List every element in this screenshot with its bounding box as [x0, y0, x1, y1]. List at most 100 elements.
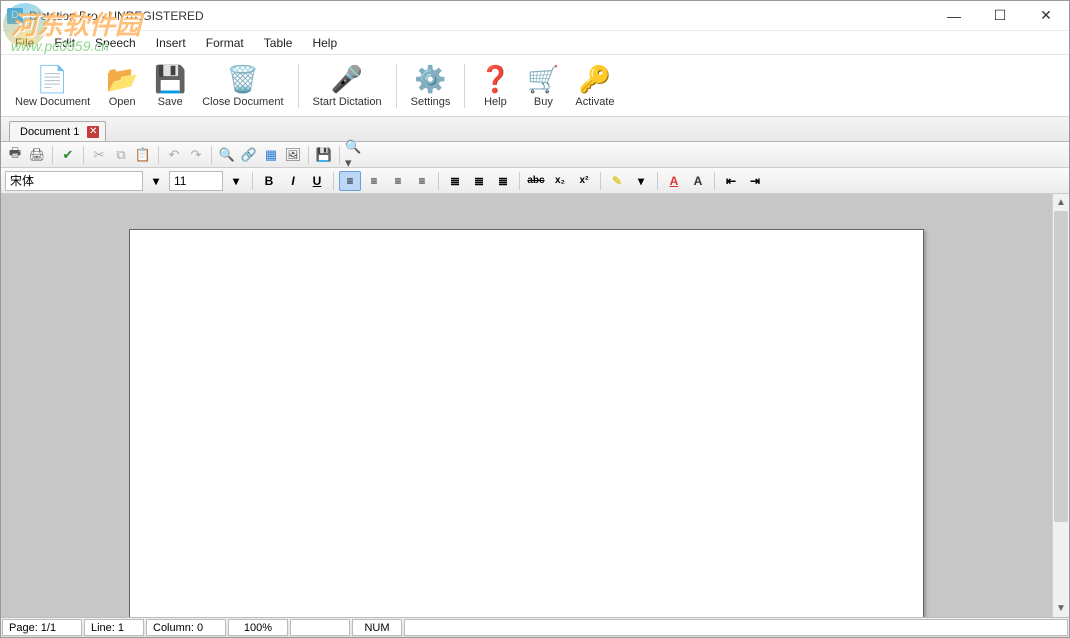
link-icon[interactable]: 🔗 [239, 145, 259, 165]
print-icon[interactable]: 🖶 [5, 145, 25, 165]
image-icon[interactable]: 🖼 [283, 145, 303, 165]
menu-table[interactable]: Table [254, 34, 303, 52]
font-size-select[interactable] [169, 171, 223, 191]
gear-icon: ⚙️ [415, 64, 447, 96]
separator [657, 172, 658, 190]
align-left-button[interactable]: ≡ [339, 171, 361, 191]
subscript-button[interactable]: x₂ [549, 171, 571, 191]
document-page[interactable] [129, 229, 924, 617]
cut-icon[interactable]: ✂ [89, 145, 109, 165]
separator [158, 146, 159, 164]
status-page: Page: 1/1 [2, 619, 82, 636]
scroll-up-icon[interactable]: ▲ [1053, 194, 1069, 211]
help-button[interactable]: ❓ Help [471, 58, 519, 114]
toolbar-separator [396, 64, 397, 108]
highlight-dropdown-icon[interactable]: ▾ [630, 171, 652, 191]
menu-format[interactable]: Format [196, 34, 254, 52]
font-family-select[interactable] [5, 171, 143, 191]
menubar: File Edit Speech Insert Format Table Hel… [1, 31, 1069, 55]
separator [83, 146, 84, 164]
tab-label: Document 1 [20, 126, 79, 138]
scroll-down-icon[interactable]: ▼ [1053, 600, 1069, 617]
underline-button[interactable]: U [306, 171, 328, 191]
font-color-button[interactable]: A [663, 171, 685, 191]
minimize-button[interactable]: — [931, 1, 977, 30]
new-document-button[interactable]: 📄 New Document [7, 58, 98, 114]
activate-button[interactable]: 🔑 Activate [567, 58, 622, 114]
align-center-button[interactable]: ≡ [363, 171, 385, 191]
app-icon: D [7, 8, 23, 24]
copy-icon[interactable]: ⧉ [111, 145, 131, 165]
separator [600, 172, 601, 190]
undo-icon[interactable]: ↶ [164, 145, 184, 165]
decrease-indent-button[interactable]: ⇤ [720, 171, 742, 191]
highlight-button[interactable]: ✎ [606, 171, 628, 191]
settings-button[interactable]: ⚙️ Settings [403, 58, 459, 114]
table-icon[interactable]: ▦ [261, 145, 281, 165]
scroll-track[interactable] [1053, 211, 1069, 600]
increase-indent-button[interactable]: ⇥ [744, 171, 766, 191]
save-small-icon[interactable]: 💾 [314, 145, 334, 165]
document-tabs: Document 1 ✕ [1, 117, 1069, 142]
redo-icon[interactable]: ↷ [186, 145, 206, 165]
separator [308, 146, 309, 164]
format-toolbar: ▾ ▾ B I U ≡ ≡ ≡ ≡ ≣ ≣ ≣ abc x₂ x² ✎ ▾ A … [1, 168, 1069, 194]
number-list-button[interactable]: ≣ [468, 171, 490, 191]
cart-icon: 🛒 [527, 64, 559, 96]
superscript-button[interactable]: x² [573, 171, 595, 191]
scroll-thumb[interactable] [1054, 211, 1068, 522]
new-document-icon: 📄 [37, 64, 69, 96]
close-document-icon: 🗑️ [227, 64, 259, 96]
editor-area: ▲ ▼ [1, 194, 1069, 617]
status-zoom[interactable]: 100% [228, 619, 288, 636]
separator [438, 172, 439, 190]
align-justify-button[interactable]: ≡ [411, 171, 433, 191]
spellcheck-icon[interactable]: ✔ [58, 145, 78, 165]
separator [519, 172, 520, 190]
statusbar: Page: 1/1 Line: 1 Column: 0 100% NUM [1, 617, 1069, 637]
status-spacer [404, 619, 1068, 636]
toolbar-separator [464, 64, 465, 108]
status-blank-1 [290, 619, 350, 636]
menu-speech[interactable]: Speech [85, 34, 146, 52]
font-dropdown-icon[interactable]: ▾ [145, 171, 167, 191]
save-button[interactable]: 💾 Save [146, 58, 194, 114]
separator [211, 146, 212, 164]
italic-button[interactable]: I [282, 171, 304, 191]
menu-edit[interactable]: Edit [44, 34, 85, 52]
status-num: NUM [352, 619, 402, 636]
start-dictation-button[interactable]: 🎤 Start Dictation [305, 58, 390, 114]
separator [252, 172, 253, 190]
bold-button[interactable]: B [258, 171, 280, 191]
zoom-icon[interactable]: 🔍▾ [345, 145, 365, 165]
checklist-button[interactable]: ≣ [492, 171, 514, 191]
window-title: Dictation Pro - UNREGISTERED [29, 9, 931, 23]
save-icon: 💾 [154, 64, 186, 96]
page-viewport[interactable] [1, 194, 1052, 617]
standard-toolbar: 🖶 🖨 ✔ ✂ ⧉ 📋 ↶ ↷ 🔍 🔗 ▦ 🖼 💾 🔍▾ [1, 142, 1069, 168]
close-button[interactable]: ✕ [1023, 1, 1069, 30]
separator [333, 172, 334, 190]
background-color-button[interactable]: A [687, 171, 709, 191]
help-icon: ❓ [479, 64, 511, 96]
menu-help[interactable]: Help [302, 34, 347, 52]
maximize-button[interactable]: ☐ [977, 1, 1023, 30]
align-right-button[interactable]: ≡ [387, 171, 409, 191]
find-icon[interactable]: 🔍 [217, 145, 237, 165]
print-preview-icon[interactable]: 🖨 [27, 145, 47, 165]
tab-document-1[interactable]: Document 1 ✕ [9, 121, 106, 141]
bullet-list-button[interactable]: ≣ [444, 171, 466, 191]
separator [52, 146, 53, 164]
open-button[interactable]: 📂 Open [98, 58, 146, 114]
strikethrough-button[interactable]: abc [525, 171, 547, 191]
close-tab-icon[interactable]: ✕ [87, 126, 99, 138]
close-document-button[interactable]: 🗑️ Close Document [194, 58, 291, 114]
menu-insert[interactable]: Insert [146, 34, 196, 52]
main-toolbar: 📄 New Document 📂 Open 💾 Save 🗑️ Close Do… [1, 55, 1069, 117]
buy-button[interactable]: 🛒 Buy [519, 58, 567, 114]
paste-icon[interactable]: 📋 [133, 145, 153, 165]
menu-file[interactable]: File [5, 34, 44, 52]
size-dropdown-icon[interactable]: ▾ [225, 171, 247, 191]
separator [339, 146, 340, 164]
vertical-scrollbar[interactable]: ▲ ▼ [1052, 194, 1069, 617]
